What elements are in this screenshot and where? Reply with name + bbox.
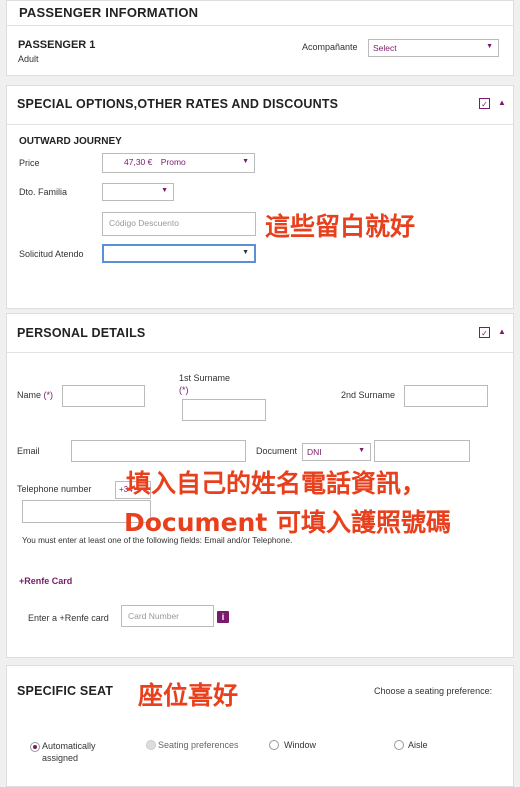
companion-label: Acompañante xyxy=(302,42,358,52)
price-label: Price xyxy=(19,158,40,168)
option-seating-preferences-label[interactable]: Seating preferences xyxy=(158,740,239,750)
telephone-label: Telephone number xyxy=(17,484,92,494)
name-label-text: Name xyxy=(17,390,42,400)
renfe-card-title[interactable]: +Renfe Card xyxy=(19,576,72,586)
family-select[interactable]: ▼ xyxy=(102,183,174,201)
seat-choose-label: Choose a seating preference: xyxy=(374,686,493,696)
radio-aisle[interactable] xyxy=(394,740,404,750)
email-label: Email xyxy=(17,446,40,456)
companion-select[interactable]: Select ▼ xyxy=(368,39,499,57)
section-title: PERSONAL DETAILS xyxy=(17,326,146,340)
discount-code-placeholder: Código Descuento xyxy=(109,218,179,228)
document-type-value: DNI xyxy=(307,447,322,457)
journey-title: OUTWARD JOURNEY xyxy=(19,136,122,147)
name-input[interactable] xyxy=(62,385,145,407)
option-aisle-label[interactable]: Aisle xyxy=(408,740,428,750)
passenger-info-card: PASSENGER INFORMATION PASSENGER 1 Adult … xyxy=(6,0,514,76)
section-title: PASSENGER INFORMATION xyxy=(19,5,199,20)
solicitud-label: Solicitud Atendo xyxy=(19,249,84,259)
option-window-label[interactable]: Window xyxy=(284,740,316,750)
annotation-fill-note-line1: 填入自己的姓名電話資訊， xyxy=(126,469,427,498)
radio-window[interactable] xyxy=(269,740,279,750)
info-icon-glyph: i xyxy=(221,612,225,622)
email-input[interactable] xyxy=(71,440,246,462)
price-rate: Promo xyxy=(160,157,186,167)
family-label: Dto. Familia xyxy=(19,187,68,197)
discount-code-input[interactable]: Código Descuento xyxy=(102,212,256,236)
chevron-down-icon: ▼ xyxy=(242,249,249,256)
surname2-label: 2nd Surname xyxy=(341,390,396,400)
surname1-label: 1st Surname xyxy=(179,373,231,383)
renfe-card-label: Enter a +Renfe card xyxy=(28,613,109,623)
document-number-input[interactable] xyxy=(374,440,470,462)
radio-seating-preferences[interactable] xyxy=(146,740,156,750)
name-label: Name (*) xyxy=(17,390,53,400)
required-mark: (*) xyxy=(43,390,54,400)
section-title: SPECIAL OPTIONS,OTHER RATES AND DISCOUNT… xyxy=(17,97,339,111)
passenger-type: Adult xyxy=(18,54,39,64)
price-select[interactable]: 47,30 € Promo ▼ xyxy=(102,153,255,173)
companion-select-value: Select xyxy=(373,43,397,53)
chevron-down-icon: ▼ xyxy=(242,158,249,165)
specific-seat-card: SPECIFIC SEAT Choose a seating preferenc… xyxy=(6,665,514,787)
option-automatic-label[interactable]: Automatically assigned xyxy=(42,740,122,764)
required-mark: (*) xyxy=(179,385,189,395)
document-label: Document xyxy=(256,446,298,456)
chevron-down-icon: ▼ xyxy=(161,187,168,194)
chevron-up-icon[interactable]: ▲ xyxy=(498,98,506,107)
annotation-seat-note: 座位喜好 xyxy=(138,681,239,710)
surname1-input[interactable] xyxy=(182,399,266,421)
radio-automatic[interactable] xyxy=(30,742,40,752)
document-type-select[interactable]: DNI ▼ xyxy=(302,443,371,461)
surname2-input[interactable] xyxy=(404,385,488,407)
annotation-blank-note: 這些留白就好 xyxy=(265,212,416,241)
chevron-down-icon: ▼ xyxy=(486,43,493,50)
collapse-toggle-icon[interactable]: ✓ xyxy=(479,327,490,338)
chevron-up-icon[interactable]: ▲ xyxy=(498,327,506,336)
collapse-toggle-icon[interactable]: ✓ xyxy=(479,98,490,109)
section-title: SPECIFIC SEAT xyxy=(17,684,114,698)
passenger-label: PASSENGER 1 xyxy=(18,39,96,51)
card-number-placeholder: Card Number xyxy=(128,611,180,621)
special-options-card: SPECIAL OPTIONS,OTHER RATES AND DISCOUNT… xyxy=(6,85,514,309)
solicitud-select[interactable]: ▼ xyxy=(102,244,256,263)
chevron-down-icon: ▼ xyxy=(358,447,365,454)
info-icon[interactable]: i xyxy=(217,611,229,623)
annotation-fill-note-line2: Document 可填入護照號碼 xyxy=(124,508,452,537)
price-value: 47,30 € xyxy=(124,157,153,167)
card-number-input[interactable]: Card Number xyxy=(121,605,214,627)
